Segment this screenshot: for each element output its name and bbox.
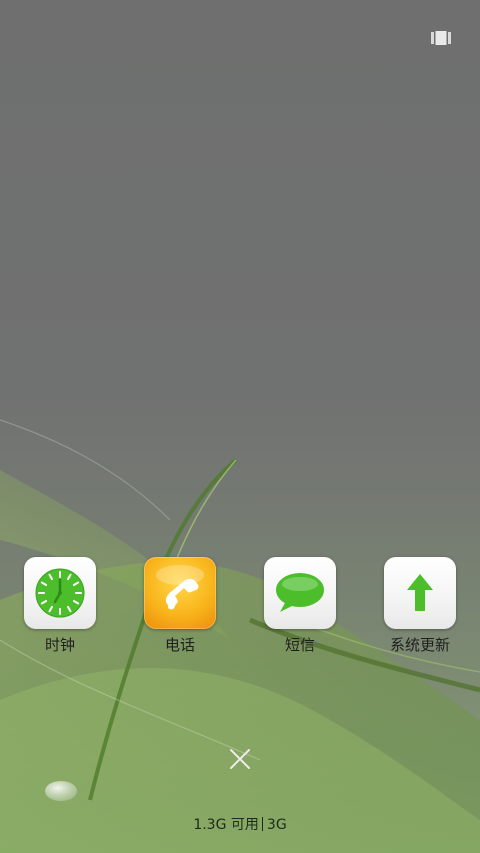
- recent-app-messages[interactable]: 短信: [250, 557, 350, 667]
- recent-app-phone[interactable]: 电话: [130, 557, 230, 667]
- clock-icon: [24, 557, 96, 629]
- app-label-clock: 时钟: [44, 636, 75, 654]
- recent-apps-screen: 时钟 电话 短信 系统更新 1.3G 可用 3G: [0, 0, 480, 853]
- memory-total: 3G: [266, 817, 287, 833]
- close-icon[interactable]: [228, 747, 252, 771]
- app-label-phone: 电话: [164, 636, 195, 654]
- system-update-icon: [384, 557, 456, 629]
- memory-status: 1.3G 可用 3G: [0, 815, 480, 835]
- app-label-system-update: 系统更新: [389, 636, 450, 654]
- memory-available: 1.3G 可用: [193, 817, 259, 833]
- phone-icon: [144, 557, 216, 629]
- app-label-messages: 短信: [284, 636, 315, 654]
- recent-app-system-update[interactable]: 系统更新: [370, 557, 470, 667]
- message-icon: [264, 557, 336, 629]
- recents-icon[interactable]: [430, 30, 452, 46]
- leaf-wallpaper: [0, 419, 480, 853]
- memory-divider: [261, 817, 263, 831]
- recent-app-clock[interactable]: 时钟: [10, 557, 110, 667]
